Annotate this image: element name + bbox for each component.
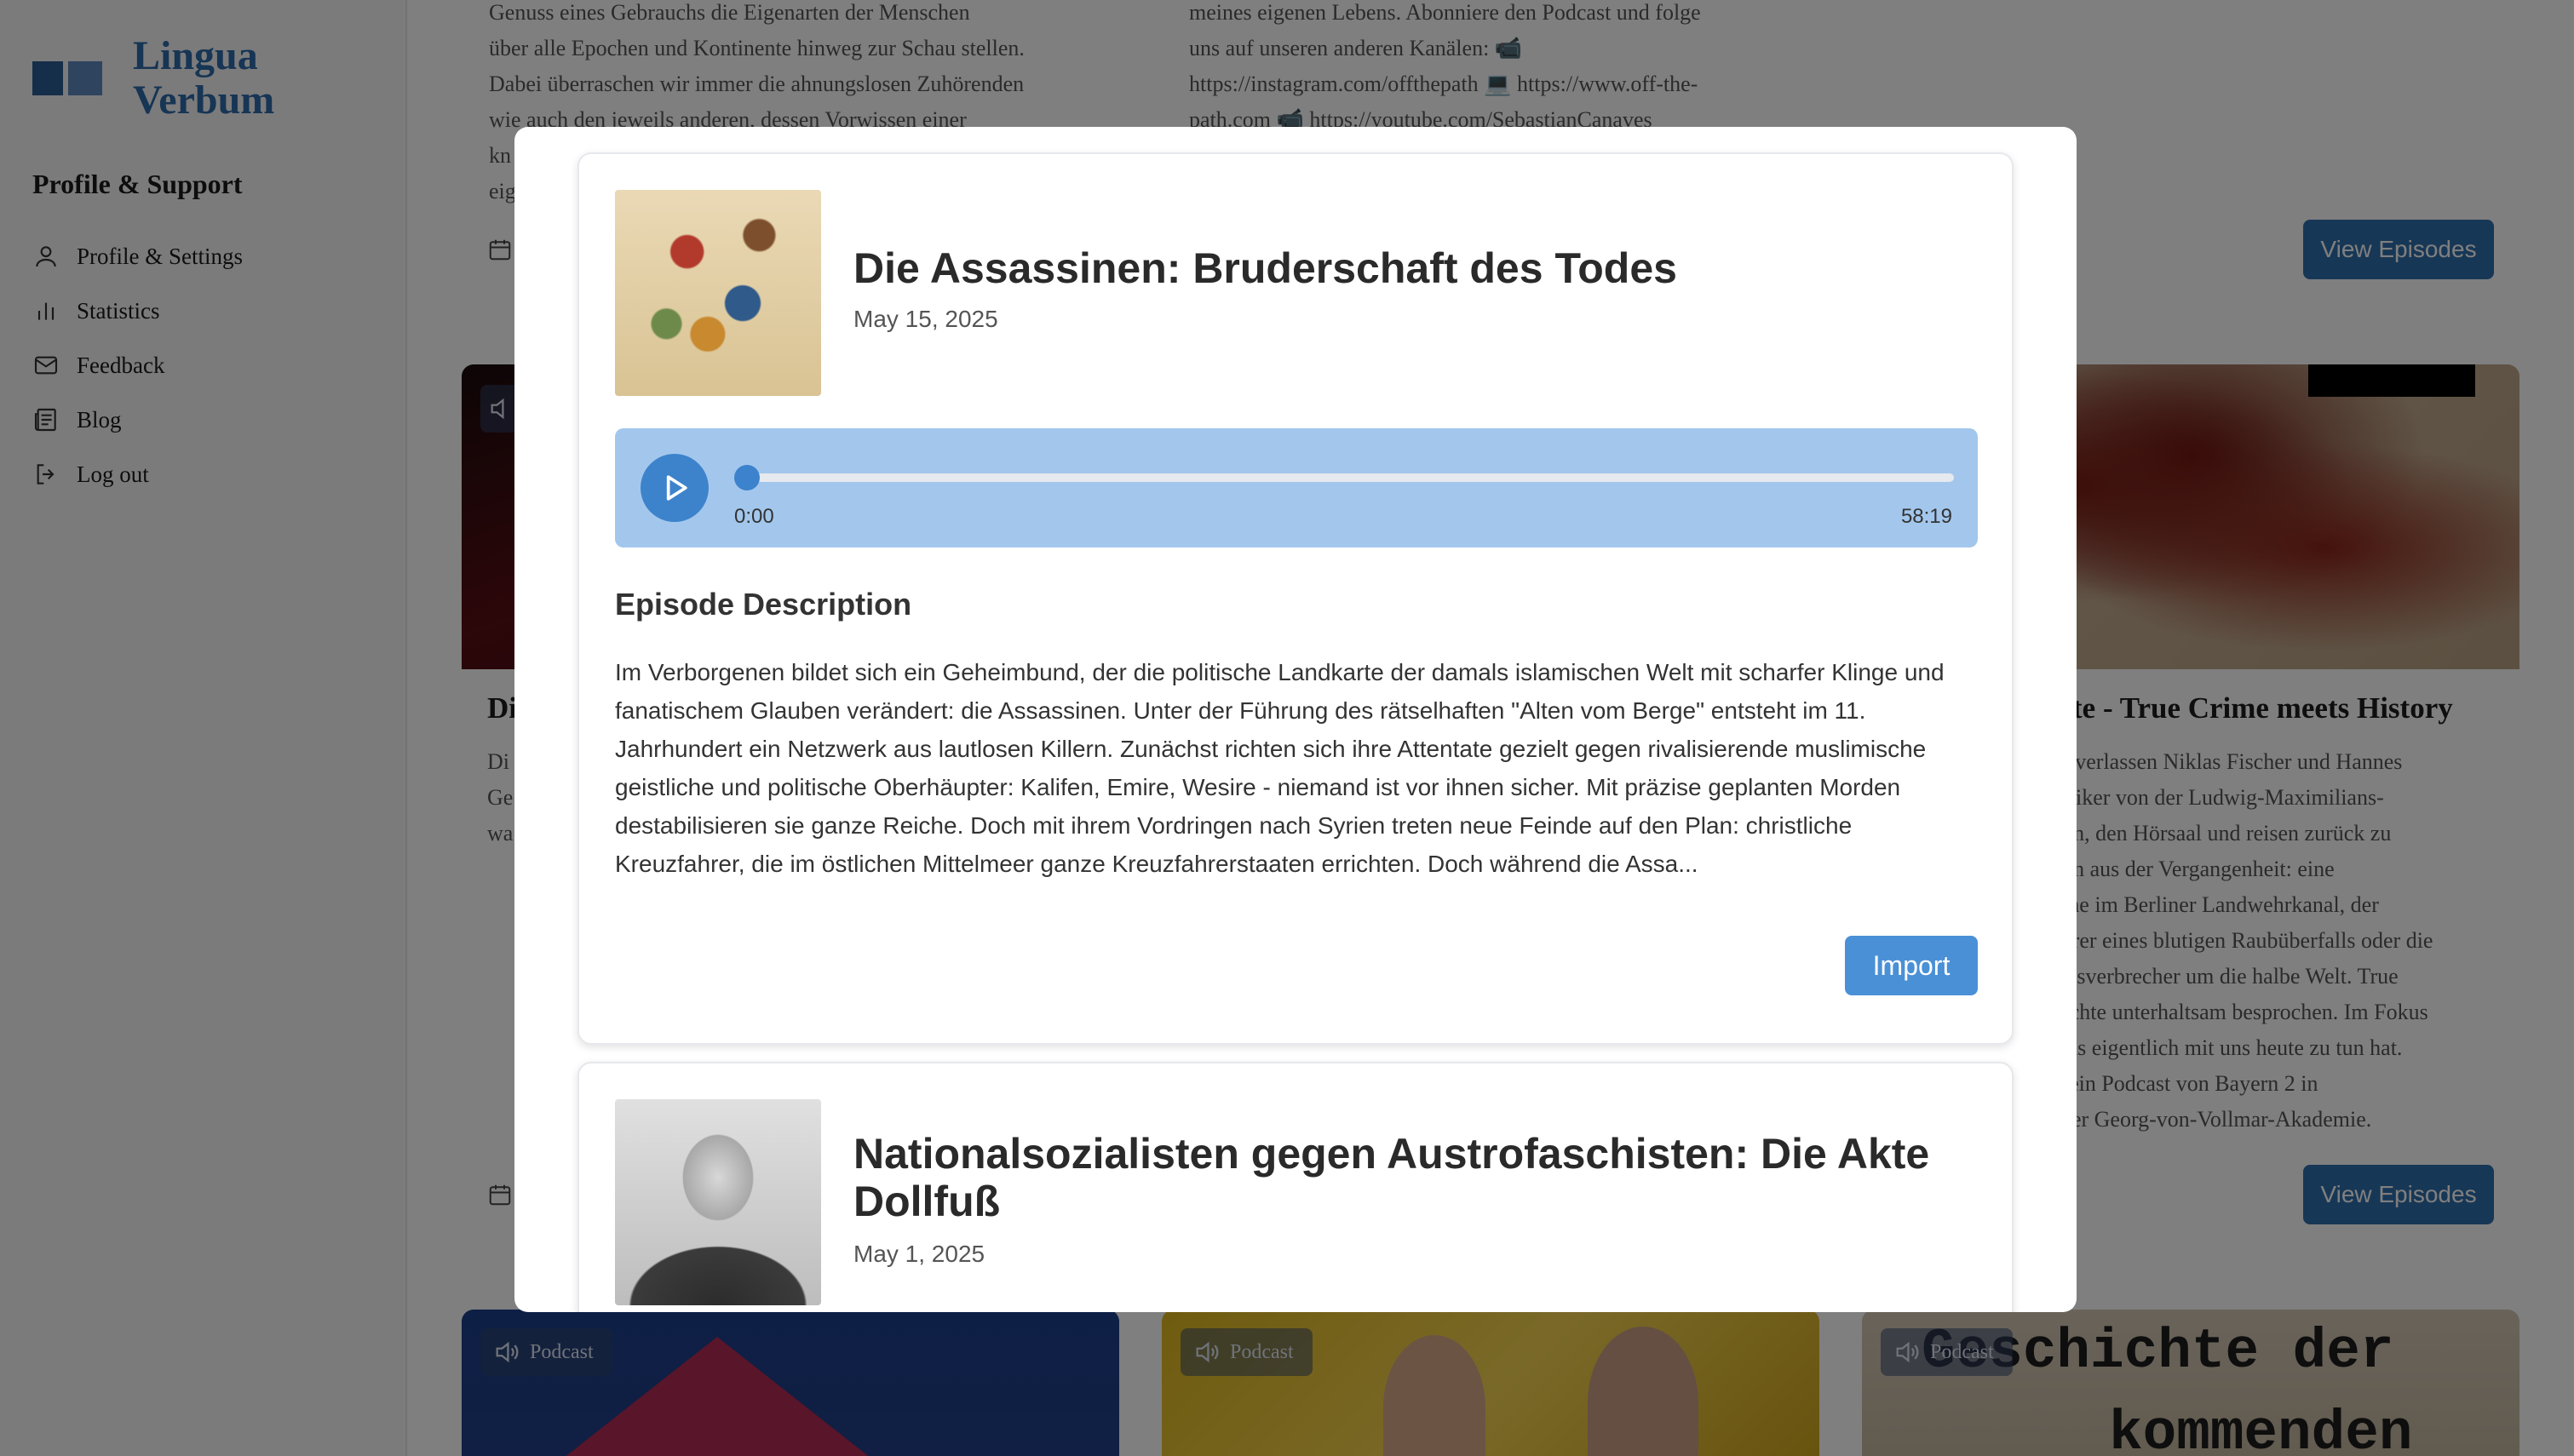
current-time: 0:00 [734, 505, 774, 528]
audio-player: 0:00 58:19 [615, 428, 1978, 547]
import-button[interactable]: Import [1845, 936, 1978, 995]
duration: 58:19 [1900, 505, 1952, 528]
episode-card: Nationalsozialisten gegen Austrofaschist… [577, 1062, 2014, 1312]
episode-thumbnail [615, 190, 821, 396]
episode-title: Nationalsozialisten gegen Austrofaschist… [853, 1130, 1930, 1225]
episode-date: May 15, 2025 [853, 306, 998, 332]
description-heading: Episode Description [615, 587, 912, 622]
episode-title: Die Assassinen: Bruderschaft des Todes [853, 244, 1677, 292]
progress-handle[interactable] [734, 465, 760, 490]
play-button[interactable] [641, 454, 709, 522]
episodes-modal: Die Assassinen: Bruderschaft des Todes M… [514, 127, 2077, 1312]
episode-card: Die Assassinen: Bruderschaft des Todes M… [577, 152, 2014, 1045]
progress-track[interactable] [741, 473, 1954, 482]
episode-description: Im Verborgenen bildet sich ein Geheimbun… [615, 659, 1945, 877]
episode-thumbnail [615, 1099, 821, 1305]
episode-date: May 1, 2025 [853, 1241, 985, 1267]
play-icon [666, 475, 687, 501]
